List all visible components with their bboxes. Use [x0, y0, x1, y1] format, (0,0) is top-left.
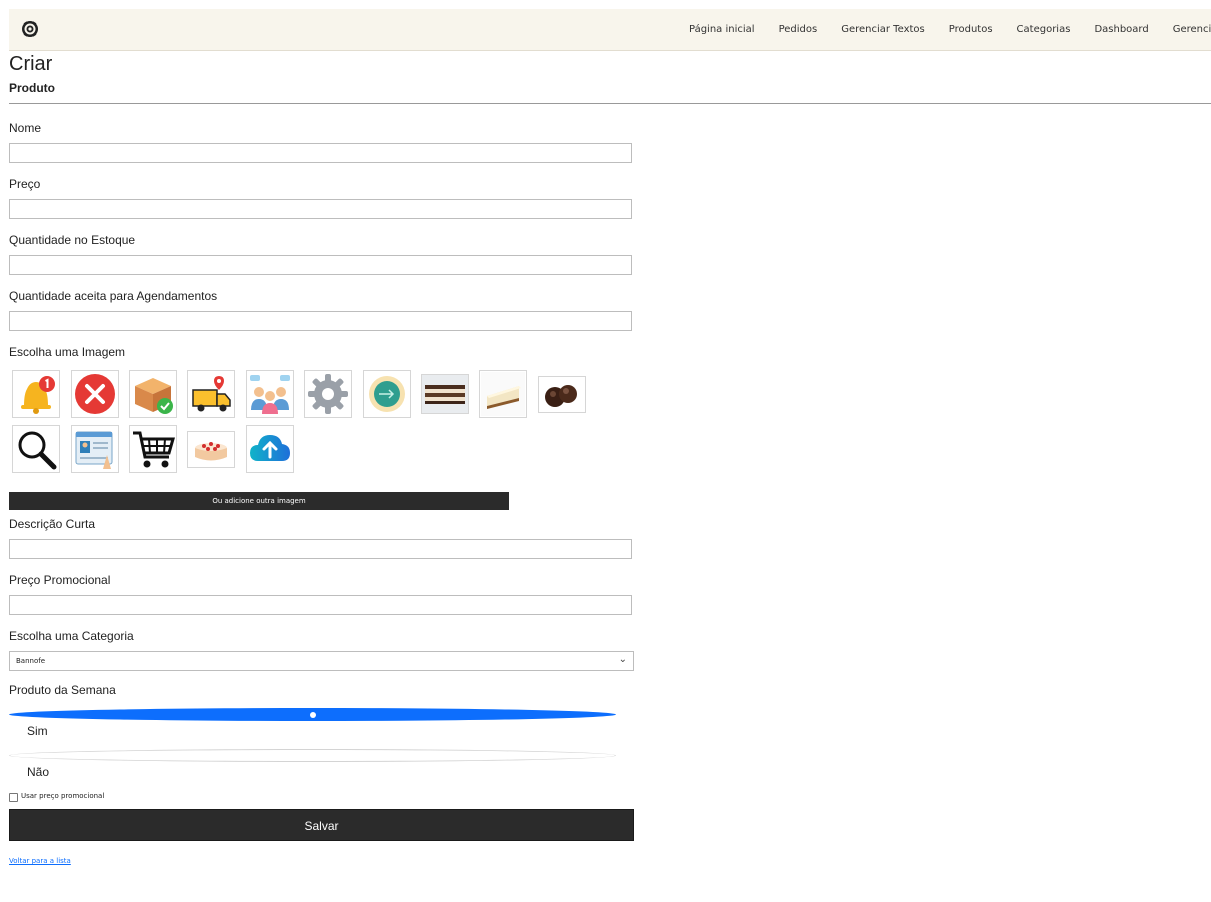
- nav-link-texts[interactable]: Gerenciar Textos: [841, 24, 925, 35]
- radio-nao[interactable]: [9, 749, 616, 762]
- page-subtitle: Produto: [9, 81, 55, 95]
- chevron-down-icon: ⌄: [618, 654, 627, 665]
- nome-input[interactable]: [9, 143, 632, 163]
- radio-selected-dot: [310, 712, 316, 718]
- semana-label: Produto da Semana: [9, 683, 116, 697]
- layered-cake-photo: [422, 375, 468, 413]
- preco-promo-label: Preço Promocional: [9, 573, 111, 587]
- agendamentos-label: Quantidade aceita para Agendamentos: [9, 289, 218, 303]
- nav-link-products[interactable]: Produtos: [949, 24, 993, 35]
- image-option-strawberry-cake[interactable]: [187, 431, 235, 468]
- image-option-truck[interactable]: [187, 370, 235, 418]
- red-x-icon: [75, 374, 115, 414]
- image-option-coin[interactable]: [363, 370, 411, 418]
- preco-label: Preço: [9, 177, 41, 191]
- promo-checkbox-label: Usar preço promocional: [21, 792, 105, 800]
- estoque-label: Quantidade no Estoque: [9, 233, 136, 247]
- rose-logo-icon[interactable]: [21, 20, 39, 38]
- delivery-truck-icon: [192, 376, 231, 412]
- categoria-label: Escolha uma Categoria: [9, 629, 134, 643]
- chocolate-bonbons-photo: [539, 377, 585, 412]
- page-title: Criar: [9, 53, 53, 75]
- image-option-layered-cake[interactable]: [421, 374, 469, 414]
- image-option-box[interactable]: [129, 370, 177, 418]
- nav-links: Página inicial Pedidos Gerenciar Textos …: [689, 9, 1211, 50]
- add-image-button[interactable]: Ou adicione outra imagem: [9, 492, 509, 510]
- image-option-close[interactable]: [71, 370, 119, 418]
- descricao-label: Descrição Curta: [9, 517, 96, 531]
- imagem-label: Escolha uma Imagem: [9, 345, 126, 359]
- image-option-profile[interactable]: [71, 425, 119, 473]
- nav-link-home[interactable]: Página inicial: [689, 24, 755, 35]
- preco-promo-input[interactable]: [9, 595, 632, 615]
- radio-nao-label: Não: [27, 765, 50, 779]
- categoria-selected-value: Bannofe: [16, 657, 46, 665]
- nav-link-images[interactable]: Gerenciar Imagens: [1173, 24, 1211, 35]
- promo-checkbox[interactable]: [9, 793, 18, 802]
- image-option-search[interactable]: [12, 425, 60, 473]
- image-option-bonbons[interactable]: [538, 376, 586, 413]
- nome-label: Nome: [9, 121, 42, 135]
- image-option-gear[interactable]: [304, 370, 352, 418]
- image-option-people[interactable]: [246, 370, 294, 418]
- back-to-list-link[interactable]: Voltar para a lista: [9, 857, 71, 865]
- nav-link-categories[interactable]: Categorias: [1017, 24, 1071, 35]
- cheesecake-slice-photo: [481, 372, 525, 416]
- nav-link-orders[interactable]: Pedidos: [779, 24, 818, 35]
- divider: [9, 103, 1211, 104]
- cloud-upload-icon: [250, 435, 290, 461]
- box-check-icon: [135, 378, 173, 414]
- agendamentos-input[interactable]: [9, 311, 632, 331]
- magnifier-icon: [18, 431, 57, 470]
- strawberry-cake-photo: [188, 432, 234, 467]
- image-option-upload[interactable]: [246, 425, 294, 473]
- image-option-cheesecake[interactable]: [479, 370, 527, 418]
- radio-sim-label: Sim: [27, 724, 48, 738]
- people-chat-icon: [250, 375, 290, 414]
- estoque-input[interactable]: [9, 255, 632, 275]
- categoria-select[interactable]: Bannofe ⌄: [9, 651, 634, 671]
- image-option-bell[interactable]: [12, 370, 60, 418]
- radio-sim[interactable]: [9, 708, 616, 721]
- top-navbar: Página inicial Pedidos Gerenciar Textos …: [9, 9, 1211, 51]
- preco-input[interactable]: [9, 199, 632, 219]
- descricao-input[interactable]: [9, 539, 632, 559]
- notification-bell-icon: [21, 376, 55, 414]
- image-option-cart[interactable]: [129, 425, 177, 473]
- gear-icon: [308, 374, 348, 414]
- shopping-cart-icon: [133, 431, 175, 468]
- profile-card-icon: [75, 431, 113, 469]
- save-button[interactable]: Salvar: [9, 809, 634, 841]
- coin-arrow-icon: [369, 376, 405, 412]
- nav-link-dashboard[interactable]: Dashboard: [1094, 24, 1148, 35]
